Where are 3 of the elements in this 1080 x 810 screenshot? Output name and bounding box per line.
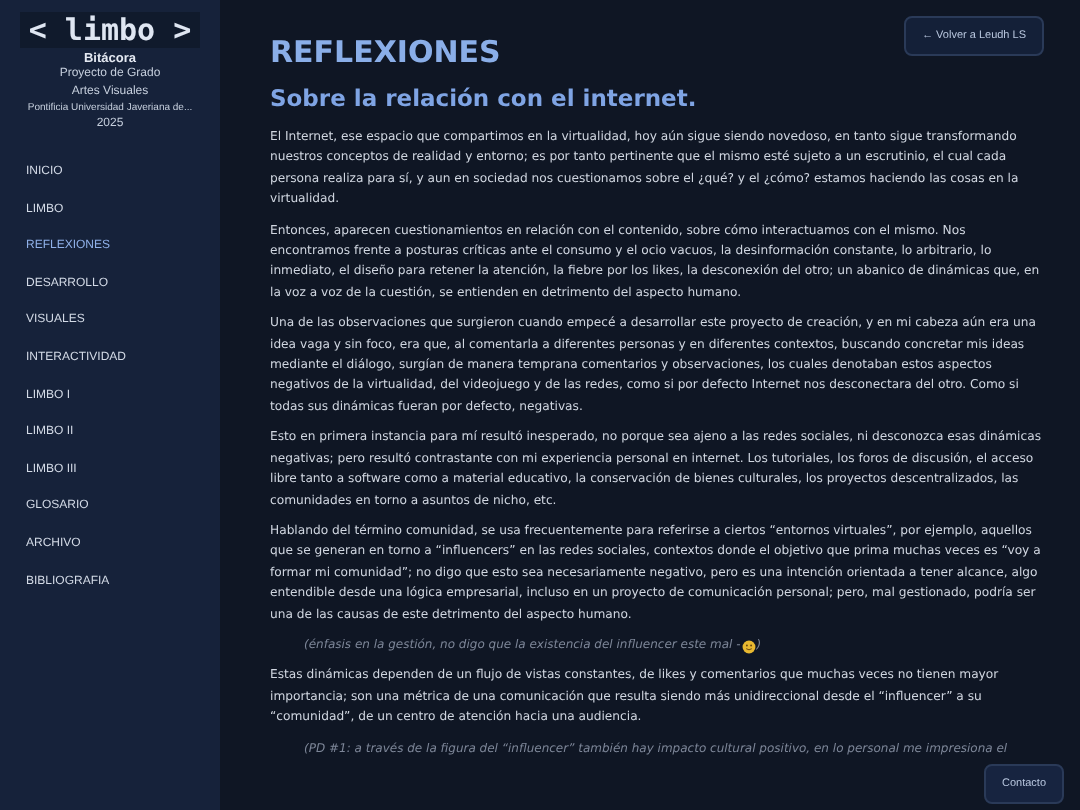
logo: < limbo >	[20, 12, 200, 48]
section-title: Sobre la relación con el internet.	[270, 84, 699, 112]
page-title: REFLEXIONES	[270, 34, 501, 70]
